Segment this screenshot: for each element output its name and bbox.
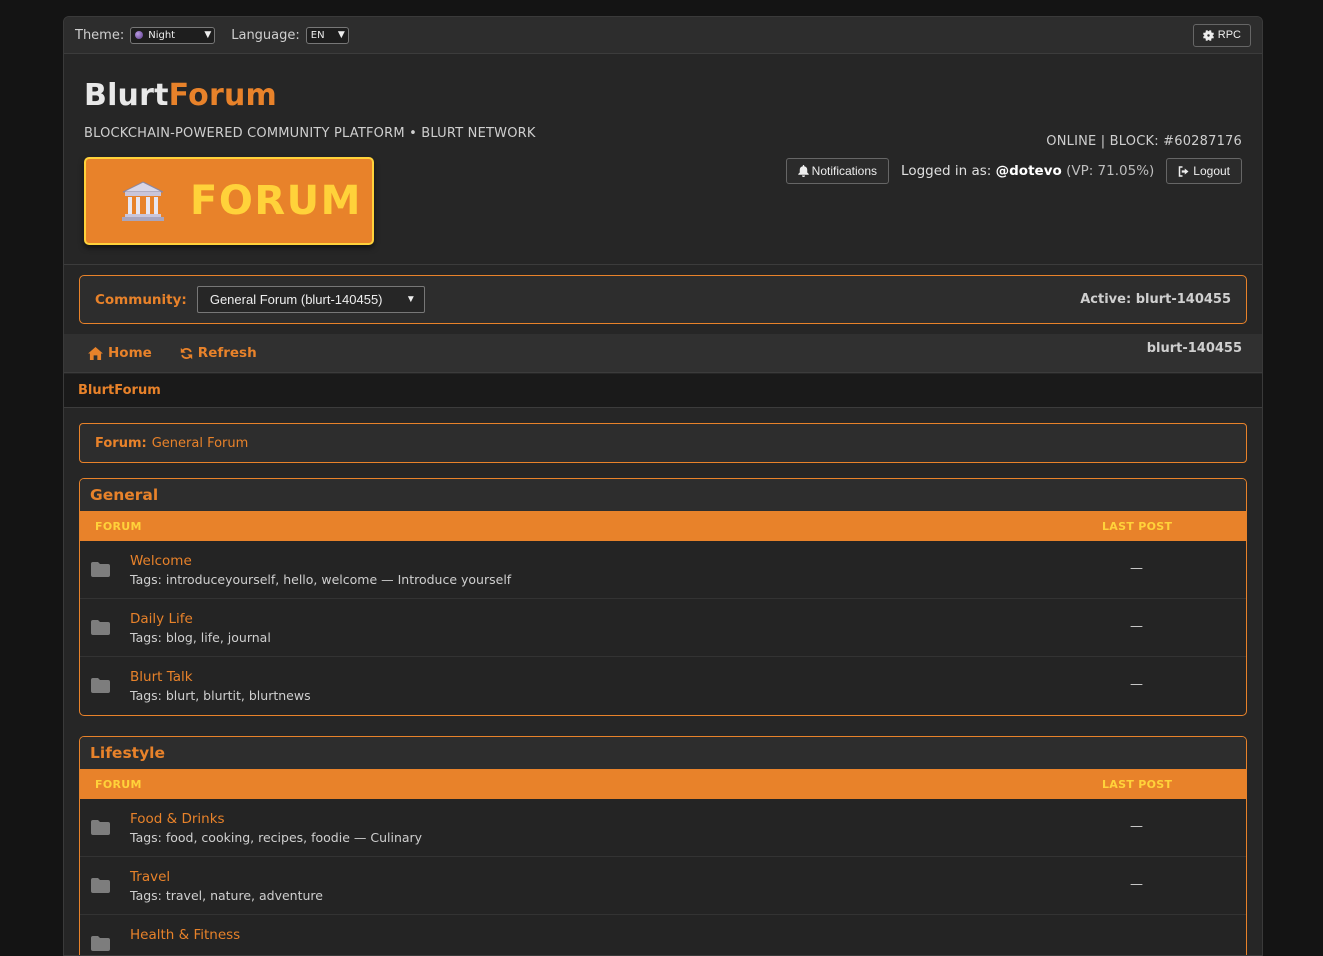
nav-home-label: Home [108, 345, 152, 361]
active-community: Active: blurt-140455 [1080, 292, 1231, 307]
community-selected: General Forum (blurt-140455) [209, 292, 383, 307]
forum-name[interactable]: Health & Fitness [130, 927, 240, 943]
folder-icon [91, 820, 110, 835]
logged-in-prefix: Logged in as: [901, 163, 992, 179]
user-bar: Notifications Logged in as: @dotevo (VP:… [785, 158, 1242, 184]
category-lifestyle: Lifestyle FORUM LAST POST Food & Drinks … [79, 736, 1247, 955]
community-label: Community: [95, 291, 187, 308]
forum-info: Forum: General Forum [79, 423, 1247, 463]
logout-label: Logout [1193, 164, 1230, 178]
category-header: FORUM LAST POST [80, 511, 1246, 541]
forum-last-post: — [1130, 877, 1143, 892]
logout-button[interactable]: Logout [1166, 158, 1242, 184]
home-icon [88, 346, 103, 360]
category-header: FORUM LAST POST [80, 769, 1246, 799]
forum-name[interactable]: Food & Drinks [130, 811, 225, 827]
forum-row[interactable]: Travel Tags: travel, nature, adventure — [80, 857, 1246, 915]
app-container: Theme: Night ▼ Language: EN ▼ RPC BlurtF… [63, 16, 1263, 956]
folder-icon [91, 562, 110, 577]
logo-part2: Forum [168, 78, 277, 113]
language-value: EN [310, 29, 325, 41]
logout-icon [1179, 165, 1189, 177]
nav-refresh-label: Refresh [197, 345, 257, 361]
nav-home[interactable]: Home [88, 345, 152, 361]
folder-icon [91, 936, 110, 951]
forum-name[interactable]: Welcome [130, 553, 192, 569]
notifications-label: Notifications [811, 164, 878, 178]
notifications-button[interactable]: Notifications [785, 158, 890, 184]
forum-banner: FORUM [84, 157, 374, 245]
forum-last-post: — [1130, 677, 1143, 692]
col-forum: FORUM [95, 777, 142, 791]
forum-last-post: — [1130, 819, 1143, 834]
chevron-down-icon: ▼ [337, 30, 345, 40]
site-logo[interactable]: BlurtForum [84, 78, 277, 113]
gear-icon [1202, 29, 1214, 41]
forum-tags: Tags: blog, life, journal [130, 630, 271, 645]
theme-label: Theme: [75, 27, 125, 43]
top-bar: Theme: Night ▼ Language: EN ▼ RPC [64, 17, 1262, 54]
banner-text: FORUM [190, 178, 362, 224]
forum-name[interactable]: Travel [130, 869, 170, 885]
voting-power: (VP: 71.05%) [1066, 163, 1155, 179]
nav-refresh[interactable]: Refresh [180, 345, 257, 361]
theme-select[interactable]: Night ▼ [130, 26, 216, 44]
folder-icon [91, 678, 110, 693]
forum-last-post: — [1130, 619, 1143, 634]
tagline: BLOCKCHAIN-POWERED COMMUNITY PLATFORM • … [84, 126, 536, 141]
forum-row[interactable]: Health & Fitness [80, 915, 1246, 955]
folder-icon [91, 878, 110, 893]
nav-bar: Home Refresh blurt-140455 [64, 334, 1262, 373]
forum-tags: Tags: blurt, blurtit, blurtnews [130, 688, 311, 703]
language-select[interactable]: EN ▼ [305, 26, 349, 44]
forum-row[interactable]: Welcome Tags: introduceyourself, hello, … [80, 541, 1246, 599]
language-label: Language: [231, 27, 300, 43]
col-forum: FORUM [95, 519, 142, 533]
forum-row[interactable]: Daily Life Tags: blog, life, journal — [80, 599, 1246, 657]
forum-name[interactable]: Daily Life [130, 611, 193, 627]
forum-tags: Tags: food, cooking, recipes, foodie — C… [130, 830, 423, 845]
rpc-button[interactable]: RPC [1192, 23, 1251, 47]
forum-row[interactable]: Blurt Talk Tags: blurt, blurtit, blurtne… [80, 657, 1246, 715]
chevron-down-icon: ▼ [405, 294, 416, 305]
community-bar: Community: General Forum (blurt-140455) … [79, 275, 1247, 324]
folder-icon [91, 620, 110, 635]
nav-current-community: blurt-140455 [1146, 341, 1242, 356]
forum-tags: Tags: travel, nature, adventure [130, 888, 323, 903]
category-title: General [80, 479, 1246, 511]
theme-value: Night [148, 29, 176, 41]
forum-last-post: — [1130, 561, 1143, 576]
forum-value: General Forum [151, 435, 249, 451]
refresh-icon [180, 347, 192, 359]
forum-row[interactable]: Food & Drinks Tags: food, cooking, recip… [80, 799, 1246, 857]
community-select[interactable]: General Forum (blurt-140455) ▼ [196, 286, 425, 313]
classical-building-icon [122, 181, 164, 221]
breadcrumb: BlurtForum [64, 374, 1262, 408]
forum-name[interactable]: Blurt Talk [130, 669, 193, 685]
category-general: General FORUM LAST POST Welcome Tags: in… [79, 478, 1247, 716]
category-title: Lifestyle [80, 737, 1246, 769]
bell-icon [797, 165, 809, 177]
rpc-label: RPC [1217, 29, 1241, 41]
site-header: BlurtForum BLOCKCHAIN-POWERED COMMUNITY … [64, 54, 1262, 265]
username[interactable]: @dotevo [996, 163, 1062, 179]
chevron-down-icon: ▼ [204, 30, 212, 40]
network-status: ONLINE | BLOCK: #60287176 [1046, 134, 1242, 149]
col-last-post: LAST POST [1102, 777, 1173, 791]
moon-icon [135, 31, 144, 39]
login-info: Logged in as: @dotevo (VP: 71.05%) [901, 163, 1154, 179]
logo-part1: Blurt [84, 78, 169, 113]
forum-tags: Tags: introduceyourself, hello, welcome … [130, 572, 512, 587]
col-last-post: LAST POST [1102, 519, 1173, 533]
breadcrumb-home[interactable]: BlurtForum [78, 383, 161, 398]
forum-key: Forum: [95, 435, 147, 451]
